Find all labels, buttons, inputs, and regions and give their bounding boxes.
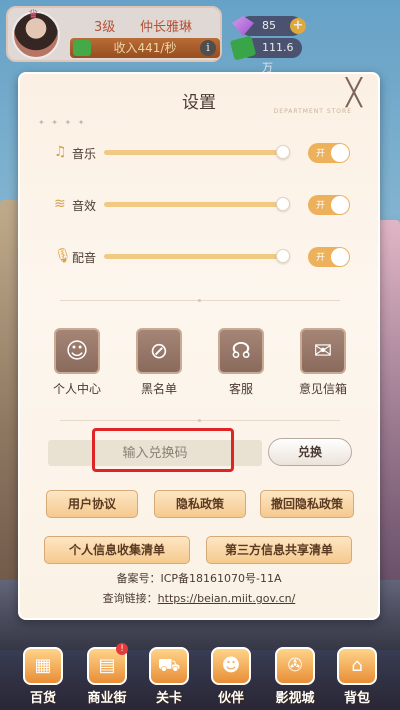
voice-toggle[interactable]: 开 (308, 247, 350, 267)
query-label: 查询链接： (102, 592, 158, 605)
blacklist-button[interactable]: ⊘ 黑名单 (124, 328, 194, 397)
voice-label: 配音 (72, 251, 97, 265)
voice-volume-slider[interactable] (104, 249, 290, 263)
level-truck-icon: ⛟ (149, 647, 189, 685)
music-toggle-knob (331, 144, 349, 162)
brand-text: DEPARTMENT STORE (273, 108, 352, 115)
nav-item-levels[interactable]: ⛟ 关卡 (136, 647, 202, 706)
third-party-list-button[interactable]: 第三方信息共享清单 (206, 536, 352, 564)
headset-icon: ☊ (218, 328, 264, 374)
revoke-privacy-button[interactable]: 撤回隐私政策 (260, 490, 354, 518)
backpack-icon: ⌂ (337, 647, 377, 685)
music-slider-handle[interactable] (276, 145, 290, 159)
close-icon: ╳ (346, 78, 362, 108)
redeem-code-input[interactable] (48, 440, 262, 466)
sound-wave-icon: ≋ (54, 196, 66, 212)
nav-label: 商业街 (87, 691, 127, 706)
nav-item-store[interactable]: ▦ 百货 (10, 647, 76, 706)
nav-label: 伙伴 (217, 691, 244, 706)
film-reel-icon: ✇ (275, 647, 315, 685)
store-icon: ▦ (23, 647, 63, 685)
close-button[interactable]: ╳ (342, 80, 366, 106)
nav-label: 背包 (343, 691, 370, 706)
section-divider (60, 419, 340, 422)
sound-effects-toggle-label: 开 (316, 201, 326, 211)
settings-dialog: 设置 DEPARTMENT STORE ╳ ✦ ✦ ✦ ✦ ♫ 音乐 开 ≋ 音… (18, 72, 380, 620)
query-line: 查询链接：https://beian.miit.gov.cn/ (20, 590, 378, 606)
nav-item-partners[interactable]: ☻ 伙伴 (198, 647, 264, 706)
sound-effects-slider-handle[interactable] (276, 197, 290, 211)
mailbox-icon: ✉ (300, 328, 346, 374)
voice-toggle-knob (331, 248, 349, 266)
user-agreement-button[interactable]: 用户协议 (46, 490, 138, 518)
music-volume-slider[interactable] (104, 145, 290, 159)
sound-effects-toggle-knob (331, 196, 349, 214)
sound-effects-toggle[interactable]: 开 (308, 195, 350, 215)
privacy-policy-button[interactable]: 隐私政策 (154, 490, 246, 518)
bottom-nav: ▦ 百货 ▤ ! 商业街 ⛟ 关卡 ☻ 伙伴 ✇ 影视城 ⌂ 背包 (0, 643, 400, 710)
nav-label: 关卡 (155, 691, 182, 706)
redeem-button[interactable]: 兑换 (268, 438, 352, 466)
feedback-mailbox-button[interactable]: ✉ 意见信箱 (288, 328, 358, 397)
customer-service-label: 客服 (228, 382, 253, 396)
microphone-icon: 🎙 (54, 248, 72, 264)
music-label: 音乐 (72, 147, 97, 161)
partner-icon: ☻ (211, 647, 251, 685)
music-toggle[interactable]: 开 (308, 143, 350, 163)
music-note-icon: ♫ (54, 144, 67, 160)
personal-center-button[interactable]: ☺ 个人中心 (42, 328, 112, 397)
voice-toggle-label: 开 (316, 253, 326, 263)
sound-effects-row: ≋ 音效 开 (54, 194, 354, 216)
feedback-mailbox-label: 意见信箱 (298, 382, 347, 396)
music-row: ♫ 音乐 开 (54, 142, 354, 164)
nav-item-backpack[interactable]: ⌂ 背包 (324, 647, 390, 706)
nav-item-film-city[interactable]: ✇ 影视城 (262, 647, 328, 706)
customer-service-button[interactable]: ☊ 客服 (206, 328, 276, 397)
personal-info-list-button[interactable]: 个人信息收集清单 (44, 536, 190, 564)
personal-center-label: 个人中心 (52, 382, 101, 396)
blacklist-label: 黑名单 (140, 382, 177, 396)
voice-slider-handle[interactable] (276, 249, 290, 263)
sound-effects-label: 音效 (72, 199, 97, 213)
nav-label: 百货 (29, 691, 56, 706)
section-divider (60, 299, 340, 302)
voice-row: 🎙 配音 开 (54, 246, 354, 268)
decorative-dots: ✦ ✦ ✦ ✦ (38, 118, 87, 127)
notification-badge: ! (116, 643, 128, 655)
icp-record: 备案号：ICP备18161070号-11A (116, 572, 282, 585)
sound-effects-volume-slider[interactable] (104, 197, 290, 211)
nav-item-street[interactable]: ▤ ! 商业街 (74, 643, 140, 706)
blacklist-icon: ⊘ (136, 328, 182, 374)
music-toggle-label: 开 (316, 149, 326, 159)
nav-label: 影视城 (275, 691, 315, 706)
profile-icon: ☺ (54, 328, 100, 374)
beian-link[interactable]: https://beian.miit.gov.cn/ (158, 592, 296, 605)
